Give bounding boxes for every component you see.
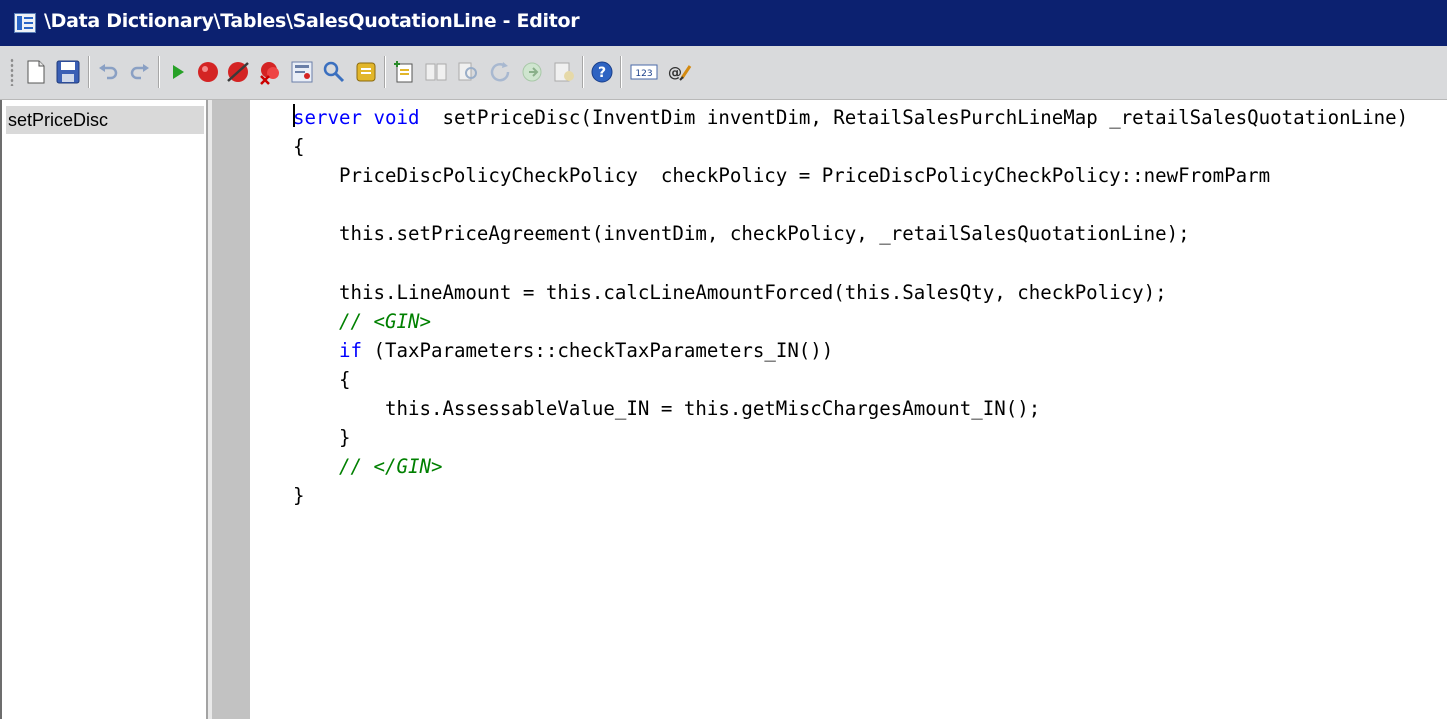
code-comment: // </GIN> [338,455,443,479]
save-icon[interactable] [54,58,82,86]
list-breakpoints-icon[interactable] [288,58,316,86]
code-token: this.LineAmount = this.calcLineAmountFor… [293,280,1167,304]
code-line[interactable]: this.setPriceAgreement(inventDim, checkP… [293,219,1408,248]
code-token: PriceDiscPolicyCheckPolicy checkPolicy =… [293,164,1271,188]
code-line[interactable]: ​ [293,190,1408,219]
code-line[interactable]: { [293,132,1408,161]
go-back-icon[interactable] [486,58,514,86]
code-token: setPriceDisc(InventDim inventDim, Retail… [419,106,1409,129]
run-icon[interactable] [164,58,192,86]
breakpoint-icon[interactable] [194,58,222,86]
code-token: { [293,135,305,159]
toolbar-separator [158,56,160,88]
code-keyword: if [338,338,362,362]
svg-text:@: @ [668,65,682,81]
compare-icon[interactable] [422,58,450,86]
code-text[interactable]: server void setPriceDisc(InventDim inven… [293,103,1408,510]
code-line[interactable]: if (TaxParameters::checkTaxParameters_IN… [293,336,1408,365]
code-token: } [293,426,351,450]
code-line[interactable]: ​ [293,248,1408,277]
line-numbers-icon[interactable]: 123 [628,58,660,86]
code-comment: // <GIN> [338,309,431,333]
find-icon[interactable] [454,58,482,86]
title-bar: \Data Dictionary\Tables\SalesQuotationLi… [0,0,1447,46]
svg-text:123: 123 [635,69,652,79]
code-line[interactable]: this.LineAmount = this.calcLineAmountFor… [293,278,1408,307]
labels-icon[interactable]: @ [664,58,696,86]
code-line[interactable]: { [293,365,1408,394]
code-token: (TaxParameters::checkTaxParameters_IN()) [361,338,834,362]
code-keyword: void [373,106,420,129]
code-line[interactable]: } [293,423,1408,452]
help-icon[interactable]: ? [588,58,616,86]
insert-icon[interactable] [390,58,418,86]
window-title: \Data Dictionary\Tables\SalesQuotationLi… [44,10,580,32]
new-icon[interactable] [22,58,50,86]
code-editor[interactable]: server void setPriceDisc(InventDim inven… [250,100,1447,719]
code-keyword: server [293,106,362,129]
svg-text:?: ? [598,65,606,81]
remove-breakpoints-icon[interactable] [256,58,284,86]
editor-gutter[interactable] [212,100,250,719]
method-list: setPriceDisc [0,100,208,719]
undo-icon[interactable] [94,58,122,86]
code-line[interactable]: this.AssessableValue_IN = this.getMiscCh… [293,394,1408,423]
redo-icon[interactable] [126,58,154,86]
toolbar-separator [620,56,622,88]
toolbar-separator [582,56,584,88]
text-cursor [293,104,295,127]
code-line[interactable]: // </GIN> [293,452,1408,481]
method-list-item-setpricedisc[interactable]: setPriceDisc [6,106,204,134]
code-line[interactable]: // <GIN> [293,307,1408,336]
code-line[interactable]: } [293,481,1408,510]
code-token: this.setPriceAgreement(inventDim, checkP… [293,222,1190,246]
code-token: this.AssessableValue_IN = this.getMiscCh… [293,396,1041,420]
toolbar-grip[interactable] [10,58,14,86]
editor-window-icon [14,13,36,33]
script-icon[interactable] [352,58,380,86]
toolbar-separator [384,56,386,88]
lookup-icon[interactable] [320,58,348,86]
toolbar-separator [88,56,90,88]
code-line[interactable]: PriceDiscPolicyCheckPolicy checkPolicy =… [293,161,1408,190]
open-icon[interactable] [550,58,578,86]
code-token: { [293,367,351,391]
code-token: } [293,484,305,508]
toolbar: ? 123 @ [0,46,1447,100]
code-line[interactable]: server void setPriceDisc(InventDim inven… [293,103,1408,132]
go-forward-icon[interactable] [518,58,546,86]
enable-breakpoint-icon[interactable] [224,58,252,86]
